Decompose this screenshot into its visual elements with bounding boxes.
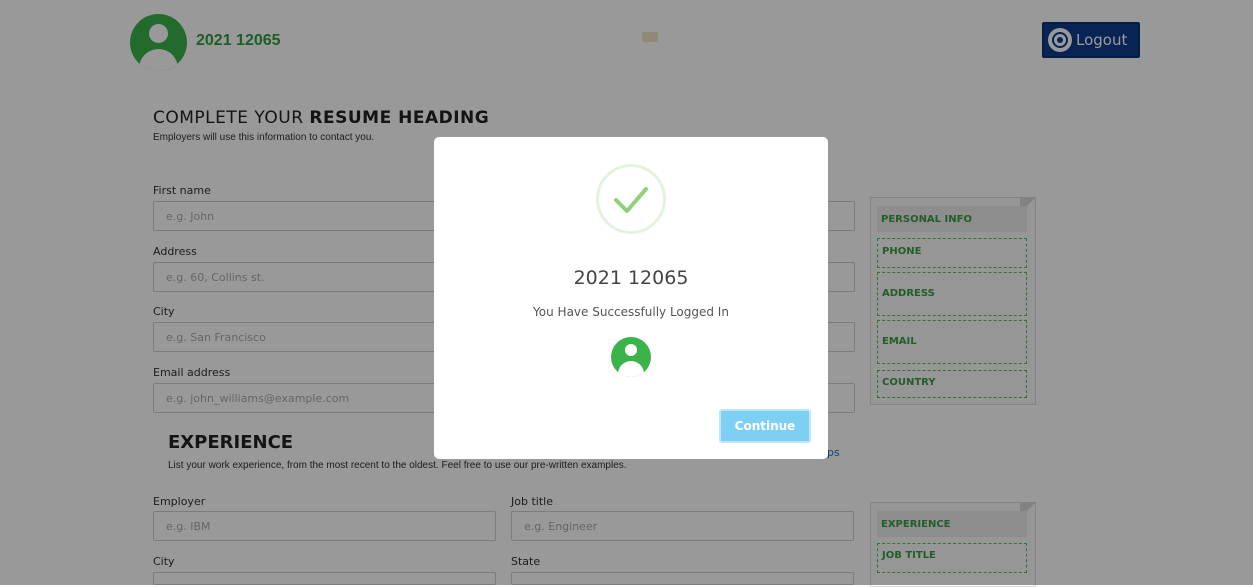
dialog-title: 2021 12065 — [573, 267, 689, 289]
dialog-avatar-icon — [611, 337, 651, 377]
success-check-icon — [596, 164, 666, 234]
dialog-message: You Have Successfully Logged In — [533, 305, 729, 319]
continue-button[interactable]: Continue — [719, 409, 811, 443]
login-success-dialog: 2021 12065 You Have Successfully Logged … — [434, 137, 828, 459]
